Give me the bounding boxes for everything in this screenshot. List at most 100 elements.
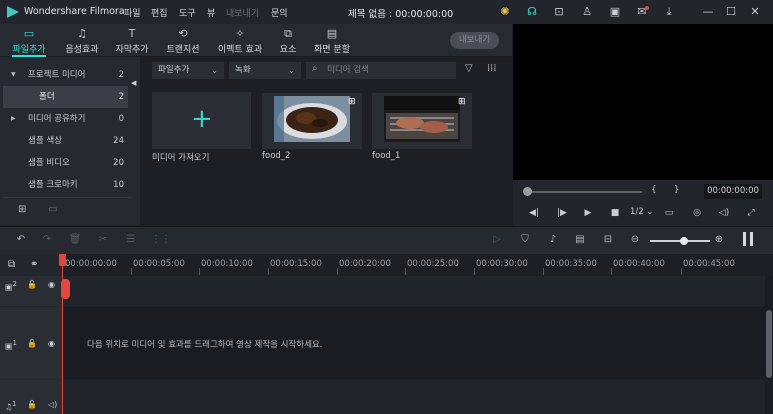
- menu-view[interactable]: 뷰: [207, 6, 215, 19]
- ruler-mark: [337, 268, 338, 275]
- library-item-count: 10: [113, 180, 124, 190]
- eye-icon[interactable]: ◉: [48, 339, 55, 348]
- clip-name: food_2: [262, 151, 291, 161]
- export-button[interactable]: 내보내기: [450, 32, 499, 49]
- menu-help[interactable]: 문의: [271, 6, 288, 19]
- undo-icon[interactable]: ↶: [14, 233, 28, 247]
- notification-dot: [645, 6, 649, 10]
- tab-audio[interactable]: ♫ 음성효과: [59, 24, 105, 57]
- voiceover-icon[interactable]: ▤: [573, 233, 587, 247]
- library-shared-media[interactable]: ▶ 미디어 공유하기 0: [3, 108, 128, 130]
- video-track-2[interactable]: [0, 276, 765, 306]
- account-icon[interactable]: ♙: [580, 5, 594, 19]
- zoom-out-icon[interactable]: ⊖: [628, 233, 642, 247]
- link-icon[interactable]: ⚭: [30, 259, 38, 270]
- close-icon[interactable]: ✕: [748, 5, 762, 19]
- ruler-mark: [131, 268, 132, 275]
- collapse-panel-icon[interactable]: ◀: [131, 79, 136, 87]
- snap-icon[interactable]: ⊟: [601, 233, 615, 247]
- mark-in-out[interactable]: { }: [651, 185, 680, 195]
- timeline-scrollbar-thumb[interactable]: [766, 310, 772, 378]
- filter-icon[interactable]: ▽: [465, 63, 473, 74]
- chevron-down-icon: ⌄: [288, 66, 295, 75]
- cut-icon[interactable]: ✂: [96, 233, 110, 247]
- menu-file[interactable]: 파일: [124, 6, 141, 19]
- media-clip-food-2[interactable]: ⊞: [262, 93, 362, 149]
- download-icon[interactable]: ⤓: [662, 5, 676, 19]
- effects-icon: ✧: [235, 27, 245, 40]
- menu-export[interactable]: 내보내기: [226, 6, 259, 19]
- search-placeholder: 미디어 검색: [327, 65, 369, 75]
- gift-icon[interactable]: ⊡: [552, 5, 566, 19]
- tab-elements[interactable]: ⧉ 요소: [274, 24, 302, 57]
- grid-view-icon[interactable]: ⁞⁞⁞: [487, 63, 497, 74]
- library-item-count: 2: [118, 92, 124, 102]
- shield-icon[interactable]: ⛉: [518, 233, 532, 247]
- play-icon[interactable]: ▶: [581, 207, 595, 219]
- library-folder[interactable]: 폴더 2: [3, 86, 128, 108]
- audio-wave-icon[interactable]: ⋮⋮: [151, 233, 171, 247]
- preview-timecode: 00:00:00:00: [704, 184, 762, 199]
- lock-icon[interactable]: 🔓: [27, 339, 37, 348]
- ruler-tick: 00:00:20:00: [339, 259, 391, 269]
- audio-track-1[interactable]: [0, 380, 765, 414]
- microphone-icon[interactable]: ♪: [546, 233, 560, 247]
- transition-icon: ⟲: [178, 27, 188, 40]
- playhead-handle[interactable]: [61, 279, 70, 299]
- add-track-icon[interactable]: ⧉: [8, 259, 15, 270]
- lock-icon[interactable]: 🔓: [27, 400, 37, 409]
- import-media-tile[interactable]: +: [152, 92, 251, 149]
- tab-split-screen[interactable]: ▤ 화면 분할: [309, 24, 355, 57]
- pause-render-icon[interactable]: [743, 232, 753, 246]
- music-note-icon: ♫: [77, 27, 87, 40]
- save-icon[interactable]: ▣: [608, 5, 622, 19]
- minimize-icon[interactable]: —: [701, 5, 715, 19]
- library-item-label: 샘플 비디오: [28, 158, 70, 168]
- display-icon[interactable]: ▭: [662, 207, 676, 219]
- menu-tools[interactable]: 도구: [179, 6, 196, 19]
- video-track-icon: ▣2: [5, 280, 17, 292]
- playhead-marker[interactable]: [59, 254, 66, 266]
- bulb-icon[interactable]: ✺: [498, 5, 512, 19]
- render-icon[interactable]: ▷: [490, 233, 504, 247]
- step-back-icon[interactable]: ◀|: [527, 207, 541, 219]
- preview-scrubber[interactable]: [527, 191, 642, 193]
- quality-select[interactable]: 1/2 ⌄: [630, 207, 654, 217]
- tab-effects-label: 이펙트 효과: [217, 45, 263, 55]
- tab-titles[interactable]: T 자막추가: [110, 24, 154, 57]
- zoom-in-icon[interactable]: ⊕: [712, 233, 726, 247]
- tab-import[interactable]: ▭ 파일추가: [6, 24, 52, 57]
- media-clip-food-1[interactable]: ⊞: [372, 93, 472, 149]
- record-dropdown[interactable]: 녹화 ⌄: [229, 62, 301, 79]
- library-sample-chroma[interactable]: 샘플 크로마키 10: [3, 174, 128, 196]
- zoom-slider-handle[interactable]: [680, 237, 688, 245]
- menu-edit[interactable]: 편집: [151, 6, 168, 19]
- headset-icon[interactable]: ☊: [525, 5, 539, 19]
- delete-icon[interactable]: 🗑: [68, 233, 82, 247]
- video-clip-icon: ⊞: [348, 97, 356, 107]
- stop-icon[interactable]: ■: [608, 207, 622, 219]
- tab-transitions[interactable]: ⟲ 트랜지션: [160, 24, 206, 57]
- snapshot-icon[interactable]: ◎: [690, 207, 704, 219]
- library-item-count: 0: [118, 114, 124, 124]
- folder-icon[interactable]: ▭: [48, 204, 57, 215]
- play-frame-icon[interactable]: |▶: [555, 207, 569, 219]
- maximize-icon[interactable]: ☐: [724, 5, 738, 19]
- eye-icon[interactable]: ◉: [48, 280, 55, 289]
- search-input[interactable]: ⌕ 미디어 검색: [306, 62, 456, 79]
- lock-icon[interactable]: 🔓: [27, 280, 37, 289]
- scrubber-handle[interactable]: [523, 187, 532, 196]
- library-project-media[interactable]: ▼ 프로젝트 미디어 2: [3, 64, 128, 86]
- redo-icon[interactable]: ↷: [40, 233, 54, 247]
- library-sample-videos[interactable]: 샘플 비디오 20: [3, 152, 128, 174]
- import-dropdown[interactable]: 파일추가 ⌄: [152, 62, 224, 79]
- volume-icon[interactable]: ◁): [717, 207, 731, 219]
- ruler-tick: 00:00:10:00: [201, 259, 253, 269]
- library-sample-colors[interactable]: 샘플 색상 24: [3, 130, 128, 152]
- adjust-icon[interactable]: ☰: [124, 233, 138, 247]
- speaker-icon[interactable]: ◁): [48, 400, 57, 409]
- new-folder-icon[interactable]: ⊞: [18, 204, 26, 215]
- tab-effects[interactable]: ✧ 이펙트 효과: [213, 24, 267, 57]
- ruler-tick: 00:00:35:00: [545, 259, 597, 269]
- fullscreen-icon[interactable]: ⤢: [744, 207, 758, 219]
